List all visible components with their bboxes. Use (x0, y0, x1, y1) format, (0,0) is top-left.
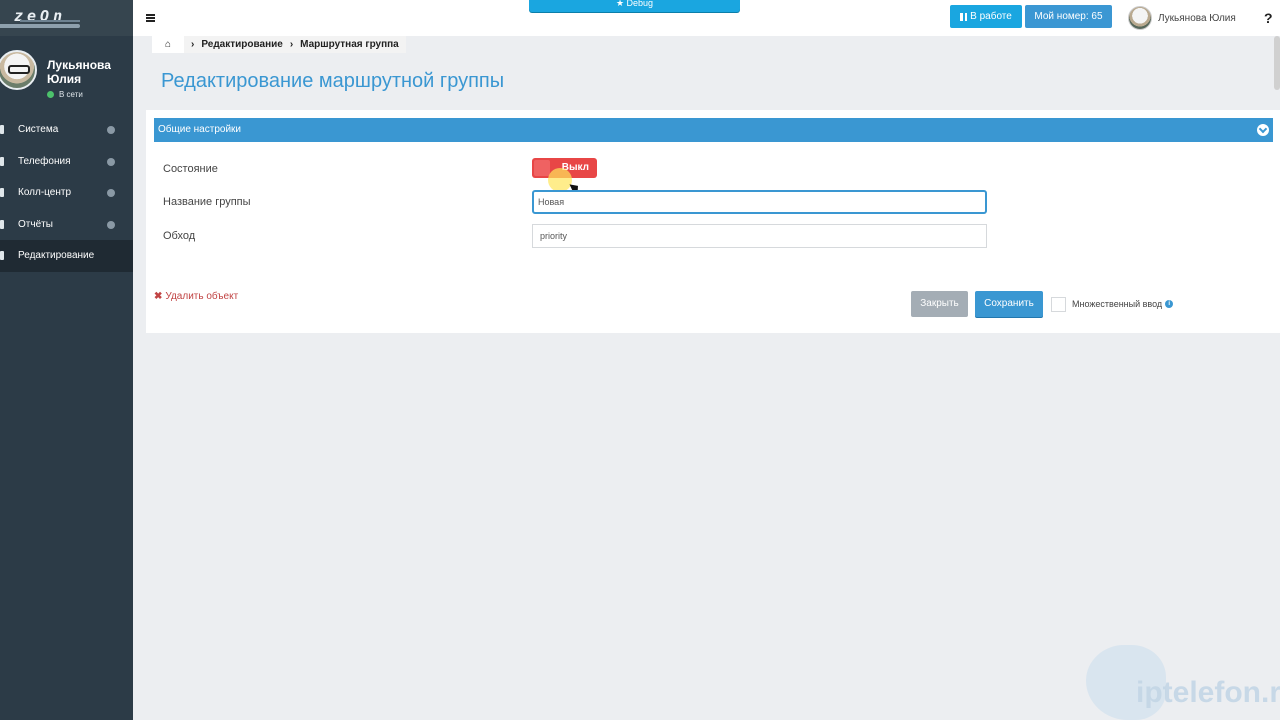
breadcrumb-item-editing[interactable]: Редактирование (201, 39, 282, 50)
breadcrumb-separator-icon: › (191, 39, 195, 50)
state-label: Состояние (163, 163, 218, 175)
delete-object-link[interactable]: ✖ Удалить объект (154, 291, 238, 302)
multi-input-text: Множественный ввод (1072, 299, 1163, 309)
work-status-button[interactable]: В работе (950, 5, 1022, 28)
panel-header-title: Общие настройки (158, 124, 241, 135)
sidebar-item-label: Редактирование (18, 250, 95, 262)
chevron-right-icon (107, 157, 115, 166)
sidebar-item-telephony[interactable]: Телефония (0, 146, 133, 178)
my-number-button[interactable]: Мой номер: 65 (1025, 5, 1112, 28)
sidebar-item-system[interactable]: Система (0, 114, 133, 146)
sidebar-item-reports[interactable]: Отчёты (0, 209, 133, 241)
online-dot-icon (47, 91, 54, 98)
avatar (0, 50, 37, 90)
breadcrumb-separator-icon: › (289, 39, 294, 50)
sidebar-item-label: Система (18, 124, 59, 136)
logo-swoosh-icon (0, 24, 80, 28)
multi-input-label: Множественный ввод i (1072, 299, 1174, 309)
scrollbar[interactable] (1274, 36, 1280, 90)
logo-swoosh-icon (20, 20, 80, 22)
topbar: ★ Debug В работе Мой номер: 65 Лукьянова… (133, 0, 1280, 36)
logo[interactable]: zeOn (0, 0, 133, 36)
online-status-text: В сети (59, 90, 83, 99)
page-title: Редактирование маршрутной группы (161, 70, 505, 92)
breadcrumb: ⌂ › Редактирование › Маршрутная группа (152, 36, 406, 53)
settings-panel: Общие настройки Состояние Выкл Название … (146, 110, 1280, 333)
group-name-label: Название группы (163, 196, 251, 208)
pause-icon (960, 12, 968, 21)
chevron-right-icon (107, 220, 115, 229)
sidebar-item-label: Колл-центр (18, 187, 72, 199)
close-icon: ✖ (154, 291, 163, 302)
group-name-input[interactable] (532, 190, 987, 214)
user-profile: Лукьянова Юлия В сети (0, 36, 133, 112)
headset-icon (0, 188, 4, 197)
chevron-right-icon (107, 126, 115, 134)
traversal-input[interactable] (532, 224, 987, 248)
user-menu[interactable]: Лукьянова Юлия (1128, 6, 1236, 30)
cursor-highlight (548, 168, 572, 192)
sidebar-menu: Система Телефония Колл-центр Отчёты Реда… (0, 114, 133, 272)
phone-icon (0, 156, 4, 166)
sidebar-item-callcenter[interactable]: Колл-центр (0, 177, 133, 209)
sidebar-item-editing[interactable]: Редактирование (0, 240, 133, 272)
panel-header[interactable]: Общие настройки (154, 118, 1273, 142)
help-icon[interactable]: ? (1264, 10, 1273, 26)
work-status-label: В работе (970, 11, 1012, 22)
profile-name: Лукьянова Юлия (47, 58, 111, 86)
edit-icon (0, 251, 4, 260)
report-icon (0, 219, 4, 229)
hamburger-menu-icon[interactable] (146, 14, 155, 22)
breadcrumb-item-route-group: Маршрутная группа (300, 39, 399, 50)
sidebar-item-label: Телефония (18, 155, 71, 167)
debug-button[interactable]: ★ Debug (529, 0, 740, 12)
close-button[interactable]: Закрыть (911, 291, 968, 317)
sidebar: zeOn Лукьянова Юлия В сети Система Телеф… (0, 0, 133, 720)
multi-input-checkbox[interactable] (1051, 297, 1066, 312)
online-status: В сети (47, 90, 83, 99)
logo-text: zeOn (14, 7, 67, 25)
watermark-text: iptelefon.r (1136, 676, 1280, 709)
save-button[interactable]: Сохранить (975, 291, 1043, 317)
avatar (1128, 6, 1152, 30)
home-icon[interactable]: ⌂ (152, 36, 184, 53)
chevron-down-icon[interactable] (1257, 124, 1269, 136)
user-menu-name: Лукьянова Юлия (1158, 12, 1236, 24)
traversal-label: Обход (163, 230, 196, 242)
info-icon[interactable]: i (1165, 300, 1174, 308)
delete-object-label: Удалить объект (165, 291, 239, 302)
chevron-right-icon (107, 189, 115, 197)
system-icon (0, 125, 4, 134)
sidebar-item-label: Отчёты (18, 218, 53, 230)
